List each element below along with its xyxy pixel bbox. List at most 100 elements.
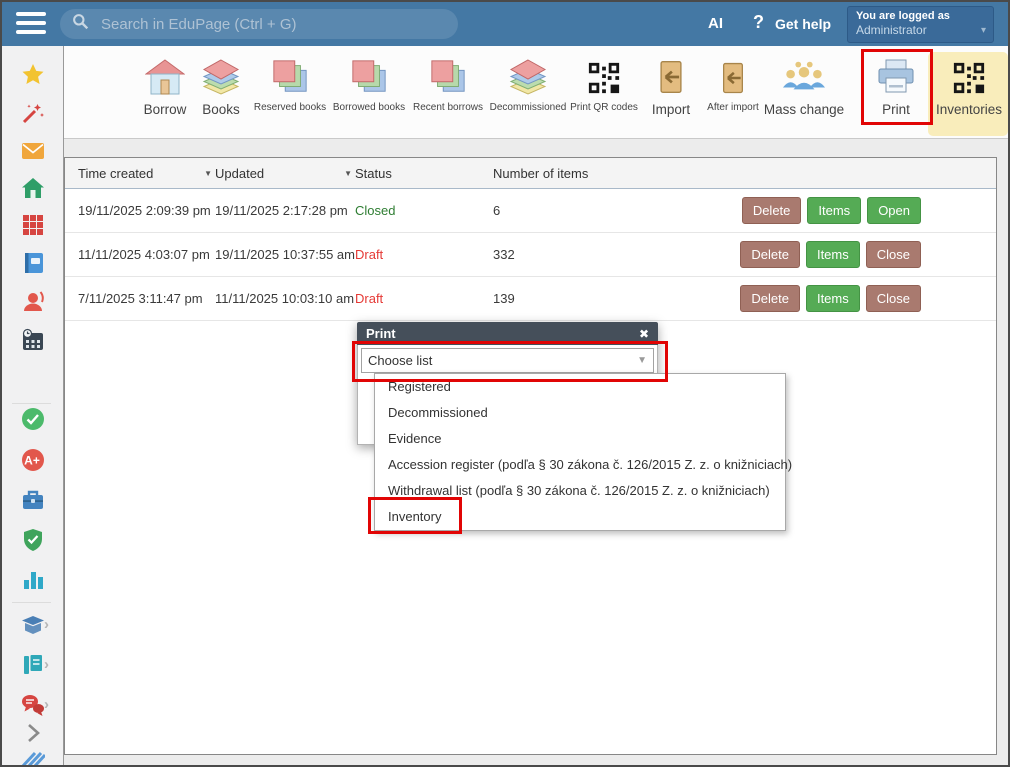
book-stack-icon [201,56,241,96]
col-header-number-of-items[interactable]: Number of items [493,166,996,181]
option-evidence[interactable]: Evidence [375,426,785,452]
toolbar-inventories-button[interactable]: Inventories [936,56,1002,132]
sidebar-item-messages[interactable] [21,693,45,717]
cell-updated: 19/11/2025 10:37:55 am [215,247,355,262]
logged-in-user-menu[interactable]: You are logged as Administrator ▾ [847,6,994,43]
sidebar-expand-chevron[interactable] [21,721,45,745]
ai-button[interactable]: AI [708,15,723,32]
import-door-icon [653,56,689,96]
choose-list-dropdown: Registered Decommissioned Evidence Acces… [374,373,786,531]
people-icon [782,56,826,96]
status-badge: Closed [355,203,493,218]
stacked-cards-icon [350,56,388,96]
toolbar-recent-borrows-button[interactable]: Recent borrows [412,56,484,132]
print-dialog-header: Print ✖ [357,322,658,345]
global-search[interactable] [60,9,458,39]
qr-code-icon [952,56,986,96]
option-registered[interactable]: Registered [375,374,785,400]
option-withdrawal-list[interactable]: Withdrawal list (podľa § 30 zákona č. 12… [375,478,785,504]
search-input[interactable] [99,15,446,34]
toolbar-reserved-books-button[interactable]: Reserved books [254,56,326,132]
table-row: 11/11/2025 4:03:07 pm 19/11/2025 10:37:5… [65,233,996,277]
toolbar-import-button[interactable]: Import [642,56,700,132]
sidebar-item-wand[interactable] [21,101,45,125]
sidebar-item-results[interactable] [21,568,45,592]
import-door-icon [716,56,750,96]
sidebar-item-library[interactable] [21,613,45,637]
sort-desc-icon[interactable]: ▼ [204,169,212,178]
toolbar-print-button[interactable]: Print [870,56,922,132]
sort-desc-icon[interactable]: ▼ [344,169,352,178]
left-sidebar: A+ › › › [2,46,64,765]
chevron-right-icon: › [44,616,49,633]
delete-button[interactable]: Delete [740,241,800,268]
chevron-right-icon: › [44,656,49,673]
items-button[interactable]: Items [806,241,860,268]
close-button[interactable]: Close [866,285,921,312]
sidebar-item-substitution[interactable] [21,289,45,313]
sidebar-item-briefcase[interactable] [21,488,45,512]
toolbar-after-import-button[interactable]: After import [704,56,762,132]
sidebar-item-documents[interactable] [21,653,45,677]
stacked-cards-icon [429,56,467,96]
status-badge: Draft [355,291,493,306]
sidebar-item-notebook[interactable] [21,251,45,275]
chevron-down-icon: ▾ [981,25,986,36]
choose-list-select[interactable]: Choose list ▼ [361,348,654,373]
house-icon [145,56,185,96]
qr-code-icon [587,56,621,96]
items-button[interactable]: Items [807,197,861,224]
toolbar-decommissioned-button[interactable]: Decommissioned [488,56,568,132]
search-icon [72,13,89,35]
printer-icon [876,56,916,96]
help-question-icon[interactable]: ? [753,12,764,33]
cell-time-created: 11/11/2025 4:03:07 pm [78,247,215,262]
close-icon[interactable]: ✖ [639,327,649,341]
chevron-right-icon: › [44,696,49,713]
user-role-label: Administrator [856,23,985,37]
toolbar-books-button[interactable]: Books [195,56,247,132]
sidebar-item-calendar[interactable] [21,328,45,352]
sidebar-divider [12,602,51,603]
hamburger-menu-icon[interactable] [16,12,46,36]
svg-text:A+: A+ [24,454,40,468]
option-accession-register[interactable]: Accession register (podľa § 30 zákona č.… [375,452,785,478]
toolbar-borrow-button[interactable]: Borrow [139,56,191,132]
chevron-down-icon: ▼ [637,355,647,366]
option-inventory[interactable]: Inventory [375,504,785,530]
col-header-updated[interactable]: Updated▼ [215,166,355,181]
delete-button[interactable]: Delete [740,285,800,312]
select-value: Choose list [368,353,432,368]
sidebar-item-timetable[interactable] [21,213,45,237]
sidebar-item-star[interactable] [21,63,45,87]
sidebar-item-grades[interactable]: A+ [21,448,45,472]
open-button[interactable]: Open [867,197,921,224]
book-stack-icon [508,56,548,96]
table-row: 7/11/2025 3:11:47 pm 11/11/2025 10:03:10… [65,277,996,321]
delete-button[interactable]: Delete [742,197,802,224]
option-decommissioned[interactable]: Decommissioned [375,400,785,426]
library-toolbar: Borrow Books Reserved books Borrowed boo… [64,46,1010,139]
logged-as-label: You are logged as [856,10,985,22]
toolbar-borrowed-books-button[interactable]: Borrowed books [330,56,408,132]
sidebar-item-attendance[interactable] [21,407,45,431]
top-bar: AI ? Get help You are logged as Administ… [2,2,1008,46]
table-row: 19/11/2025 2:09:39 pm 19/11/2025 2:17:28… [65,189,996,233]
stacked-cards-icon [271,56,309,96]
items-button[interactable]: Items [806,285,860,312]
sidebar-item-home[interactable] [21,176,45,200]
sidebar-item-mail[interactable] [21,139,45,163]
close-button[interactable]: Close [866,241,921,268]
col-header-time-created[interactable]: Time created▼ [78,166,215,181]
sidebar-item-shield[interactable] [21,528,45,552]
toolbar-print-qr-codes-button[interactable]: Print QR codes [570,56,638,132]
toolbar-mass-change-button[interactable]: Mass change [766,56,842,132]
col-header-status[interactable]: Status [355,166,493,181]
edupage-library-window: AI ? Get help You are logged as Administ… [0,0,1010,767]
sidebar-divider [12,403,51,404]
cell-updated: 19/11/2025 2:17:28 pm [215,203,355,218]
get-help-button[interactable]: Get help [775,16,831,32]
pencil-stripes-icon[interactable] [21,746,45,767]
table-header-row: Time created▼ Updated▼ Status Number of … [65,158,996,189]
status-badge: Draft [355,247,493,262]
